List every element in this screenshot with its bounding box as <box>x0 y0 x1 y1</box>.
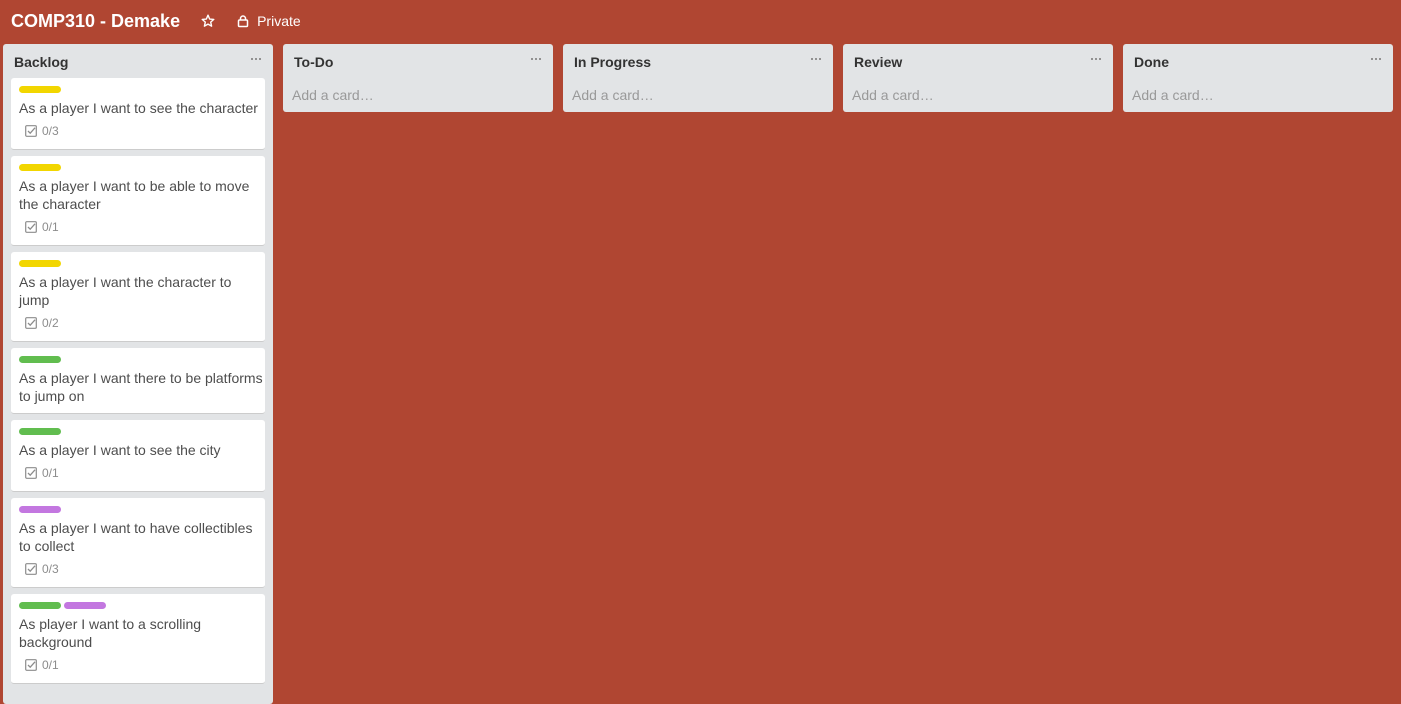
privacy-label[interactable]: Private <box>257 13 301 29</box>
card-title: As a player I want to have collectibles … <box>19 520 253 554</box>
checklist-icon <box>25 659 37 671</box>
checklist-badge: 0/3 <box>25 124 59 138</box>
checklist-icon <box>25 125 37 137</box>
list-title[interactable]: Backlog <box>14 54 68 70</box>
list-header: Review <box>843 44 1113 76</box>
checklist-badge: 0/2 <box>25 316 59 330</box>
list-title[interactable]: Review <box>854 54 902 70</box>
card-title: As a player I want to see the character <box>19 100 258 116</box>
add-card-link[interactable]: Add a card… <box>1132 87 1214 103</box>
checklist-icon <box>25 467 37 479</box>
list-header: Done <box>1123 44 1393 76</box>
ellipsis-icon[interactable] <box>530 52 542 64</box>
card-label-purple <box>19 506 61 513</box>
card-labels <box>19 86 61 94</box>
card-label-yellow <box>19 260 61 267</box>
list-backlog: Backlog As a player I want to see the ch… <box>3 44 273 704</box>
card-labels <box>19 506 61 514</box>
ellipsis-icon[interactable] <box>810 52 822 64</box>
card-label-purple <box>64 602 106 609</box>
card-label-green <box>19 428 61 435</box>
checklist-badge: 0/1 <box>25 658 59 672</box>
card-title: As a player I want there to be platforms… <box>19 370 263 404</box>
checklist-count: 0/1 <box>42 466 59 480</box>
card[interactable]: As player I want to a scrolling backgrou… <box>11 594 265 684</box>
list-title[interactable]: To-Do <box>294 54 333 70</box>
board-title[interactable]: COMP310 - Demake <box>11 11 180 32</box>
card-labels <box>19 428 61 436</box>
list-review: Review Add a card… <box>843 44 1113 112</box>
list-to-do: To-Do Add a card… <box>283 44 553 112</box>
checklist-count: 0/1 <box>42 220 59 234</box>
list-header: Backlog <box>3 44 273 76</box>
ellipsis-icon[interactable] <box>1370 52 1382 64</box>
card[interactable]: As a player I want there to be platforms… <box>11 348 265 414</box>
card-labels <box>19 260 61 268</box>
card-label-green <box>19 356 61 363</box>
list-header: In Progress <box>563 44 833 76</box>
card-label-yellow <box>19 164 61 171</box>
card[interactable]: As a player I want the character to jump… <box>11 252 265 342</box>
card[interactable]: As a player I want to have collectibles … <box>11 498 265 588</box>
list-in-progress: In Progress Add a card… <box>563 44 833 112</box>
ellipsis-icon[interactable] <box>250 52 262 64</box>
card-title: As player I want to a scrolling backgrou… <box>19 616 202 650</box>
lock-icon[interactable] <box>236 14 250 28</box>
checklist-icon <box>25 563 37 575</box>
add-card-link[interactable]: Add a card… <box>292 87 374 103</box>
star-icon[interactable] <box>201 14 215 28</box>
card-label-green <box>19 602 61 609</box>
checklist-badge: 0/3 <box>25 562 59 576</box>
list-title[interactable]: Done <box>1134 54 1169 70</box>
card-labels <box>19 602 106 610</box>
card-labels <box>19 164 61 172</box>
card[interactable]: As a player I want to see the character … <box>11 78 265 150</box>
card-title: As a player I want the character to jump <box>19 274 232 308</box>
list-title[interactable]: In Progress <box>574 54 651 70</box>
card[interactable]: As a player I want to be able to move th… <box>11 156 265 246</box>
list-done: Done Add a card… <box>1123 44 1393 112</box>
checklist-badge: 0/1 <box>25 466 59 480</box>
checklist-count: 0/2 <box>42 316 59 330</box>
add-card-link[interactable]: Add a card… <box>852 87 934 103</box>
checklist-badge: 0/1 <box>25 220 59 234</box>
list-header: To-Do <box>283 44 553 76</box>
ellipsis-icon[interactable] <box>1090 52 1102 64</box>
card-label-yellow <box>19 86 61 93</box>
card[interactable]: As a player I want to see the city 0/1 <box>11 420 265 492</box>
checklist-count: 0/3 <box>42 124 59 138</box>
checklist-count: 0/1 <box>42 658 59 672</box>
card-title: As a player I want to be able to move th… <box>19 178 250 212</box>
add-card-link[interactable]: Add a card… <box>572 87 654 103</box>
card-title: As a player I want to see the city <box>19 442 221 458</box>
checklist-icon <box>25 317 37 329</box>
checklist-icon <box>25 221 37 233</box>
board-header: COMP310 - Demake Private <box>0 0 1401 42</box>
checklist-count: 0/3 <box>42 562 59 576</box>
card-labels <box>19 356 61 364</box>
